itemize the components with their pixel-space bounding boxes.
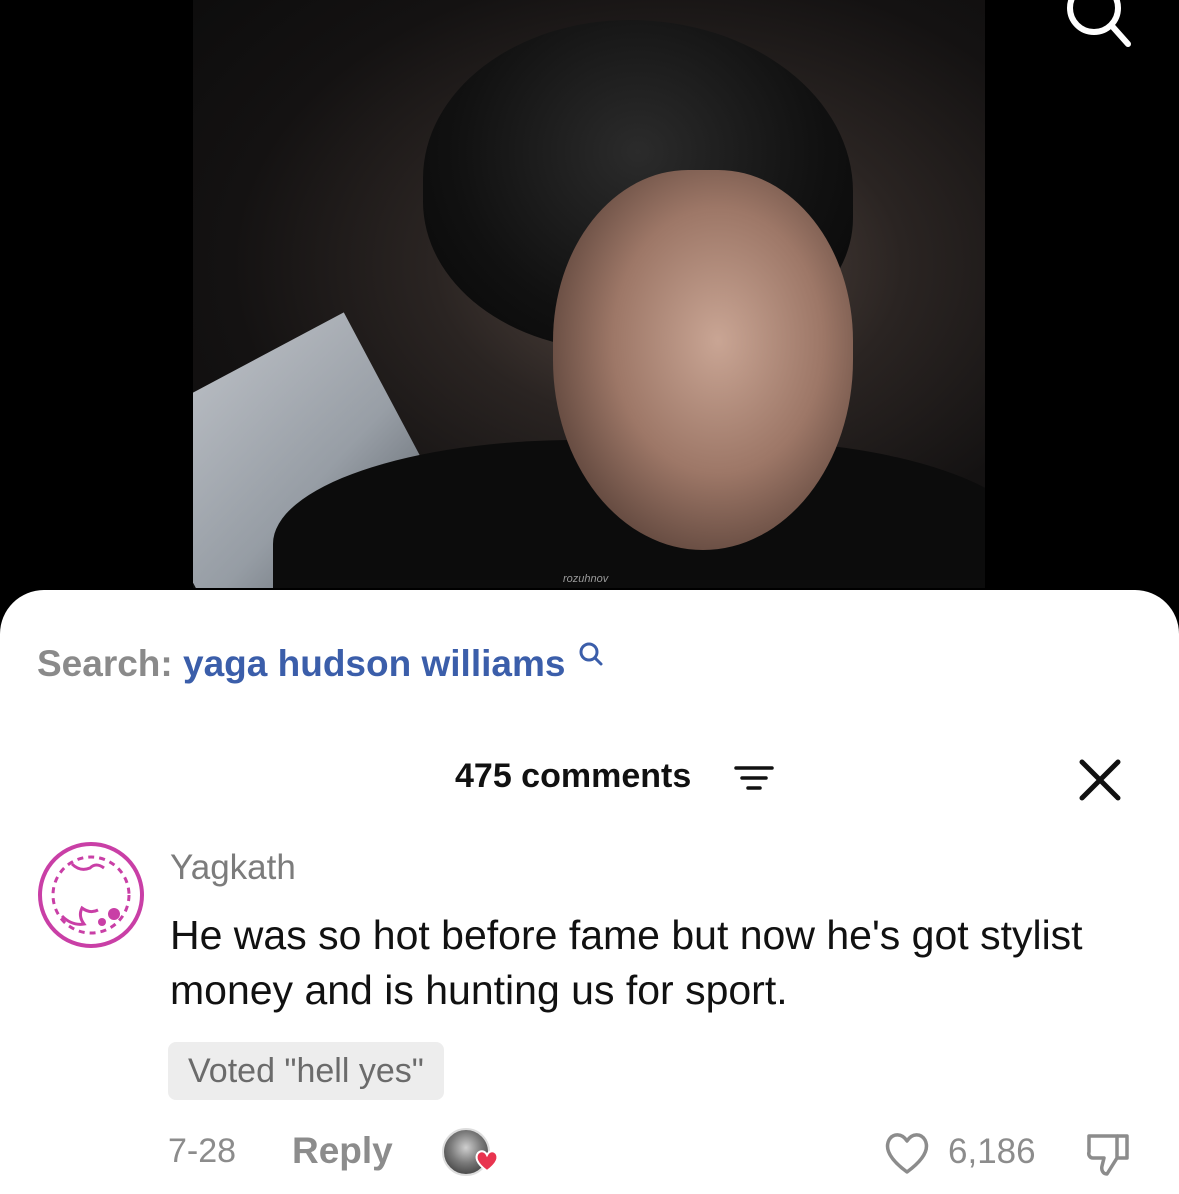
search-query-link[interactable]: yaga hudson williams bbox=[183, 643, 565, 684]
commenter-username[interactable]: Yagkath bbox=[170, 848, 296, 888]
comments-count: 475 comments bbox=[455, 757, 692, 795]
sort-icon[interactable] bbox=[734, 764, 774, 792]
heart-icon[interactable] bbox=[882, 1130, 932, 1176]
vote-badge: Voted "hell yes" bbox=[168, 1042, 444, 1100]
floral-ring-icon bbox=[51, 855, 131, 935]
close-icon[interactable] bbox=[1078, 758, 1122, 802]
video-frame[interactable]: rozuhnov bbox=[193, 0, 985, 588]
commenter-avatar[interactable] bbox=[38, 842, 144, 948]
dislike-icon[interactable] bbox=[1083, 1128, 1135, 1180]
video-player[interactable]: rozuhnov bbox=[0, 0, 1179, 600]
like-count: 6,186 bbox=[948, 1132, 1036, 1171]
video-watermark: rozuhnov bbox=[563, 573, 609, 585]
heart-icon bbox=[475, 1150, 499, 1173]
search-prefix: Search: bbox=[37, 643, 173, 684]
search-icon bbox=[579, 642, 603, 666]
search-suggestion[interactable]: Search: yaga hudson williams bbox=[37, 642, 604, 685]
comment-date: 7-28 bbox=[168, 1132, 237, 1170]
reply-button[interactable]: Reply bbox=[292, 1130, 393, 1172]
subject-face bbox=[553, 170, 853, 550]
comment-text: He was so hot before fame but now he's g… bbox=[170, 912, 1083, 1013]
search-icon[interactable] bbox=[1060, 0, 1136, 50]
